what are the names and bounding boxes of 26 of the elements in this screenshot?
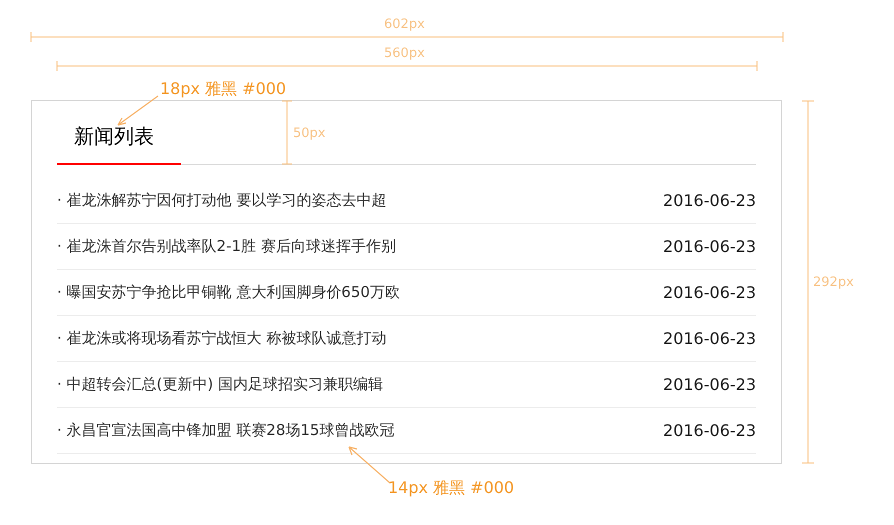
news-title[interactable]: · 曝国安苏宁争抢比甲铜靴 意大利国脚身价650万欧 xyxy=(57,281,400,304)
news-item[interactable]: · 永昌官宣法国高中锋加盟 联赛28场15球曾战欧冠 2016-06-23 xyxy=(57,408,756,454)
news-title[interactable]: · 永昌官宣法国高中锋加盟 联赛28场15球曾战欧冠 xyxy=(57,419,394,442)
dimension-label: 292px xyxy=(813,274,854,292)
news-item[interactable]: · 崔龙洙解苏宁因何打动他 要以学习的姿态去中超 2016-06-23 xyxy=(57,178,756,224)
news-title[interactable]: · 中超转会汇总(更新中) 国内足球招实习兼职编辑 xyxy=(57,373,384,396)
dimension-label: 50px xyxy=(293,125,326,143)
news-title[interactable]: · 崔龙洙解苏宁因何打动他 要以学习的姿态去中超 xyxy=(57,189,386,212)
news-date: 2016-06-23 xyxy=(663,190,756,212)
annotation-label: 14px 雅黑 #000 xyxy=(388,477,514,499)
news-item[interactable]: · 崔龙洙首尔告别战率队2-1胜 赛后向球迷挥手作别 2016-06-23 xyxy=(57,224,756,270)
news-item[interactable]: · 中超转会汇总(更新中) 国内足球招实习兼职编辑 2016-06-23 xyxy=(57,362,756,408)
news-date: 2016-06-23 xyxy=(663,420,756,442)
news-date: 2016-06-23 xyxy=(663,236,756,258)
news-title[interactable]: · 崔龙洙或将现场看苏宁战恒大 称被球队诚意打动 xyxy=(57,327,386,350)
news-date: 2016-06-23 xyxy=(663,282,756,304)
annotation-label: 18px 雅黑 #000 xyxy=(160,78,286,100)
news-title[interactable]: · 崔龙洙首尔告别战率队2-1胜 赛后向球迷挥手作别 xyxy=(57,235,396,258)
dimension-line xyxy=(282,100,292,165)
dimension-label: 560px xyxy=(384,45,425,63)
panel-title: 新闻列表 xyxy=(57,121,181,165)
dimension-label: 602px xyxy=(384,16,425,34)
news-item[interactable]: · 崔龙洙或将现场看苏宁战恒大 称被球队诚意打动 2016-06-23 xyxy=(57,316,756,362)
news-date: 2016-06-23 xyxy=(663,374,756,396)
news-item[interactable]: · 曝国安苏宁争抢比甲铜靴 意大利国脚身价650万欧 2016-06-23 xyxy=(57,270,756,316)
news-date: 2016-06-23 xyxy=(663,328,756,350)
